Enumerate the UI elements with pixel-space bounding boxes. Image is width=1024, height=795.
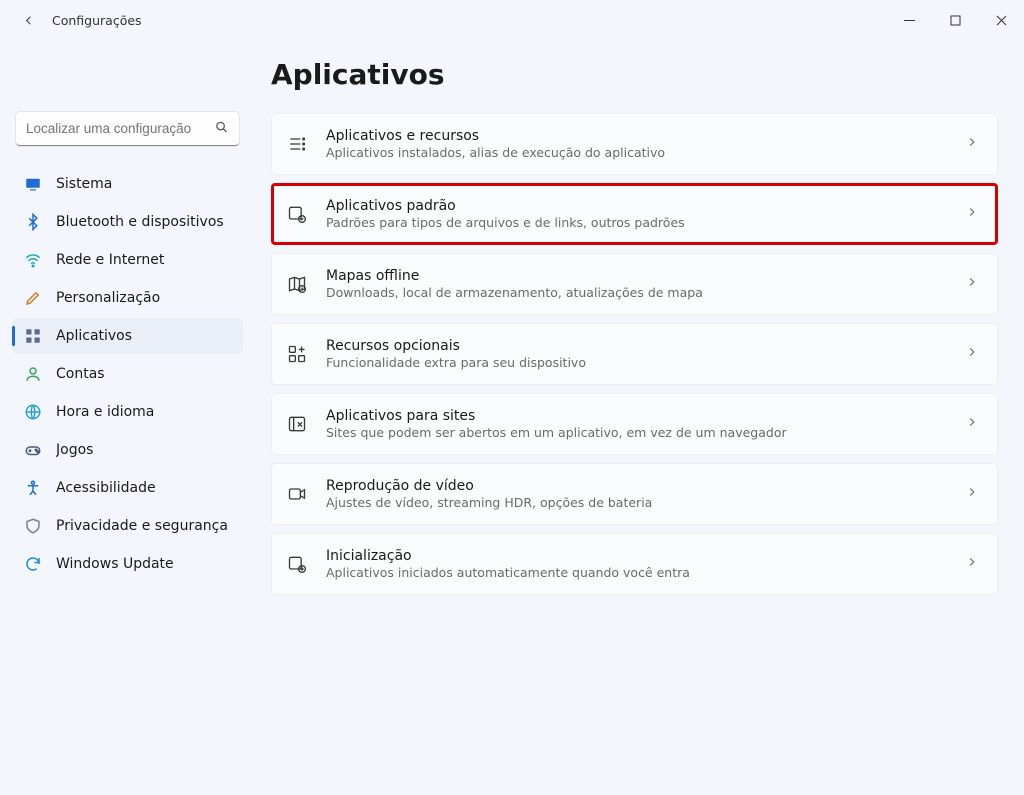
setting-card-default-apps[interactable]: Aplicativos padrãoPadrões para tipos de … — [271, 183, 998, 245]
main-panel: Aplicativos Aplicativos e recursosAplica… — [255, 40, 1024, 795]
setting-card-startup[interactable]: InicializaçãoAplicativos iniciados autom… — [271, 533, 998, 595]
sidebar: Sistema Bluetooth e dispositivos Rede e In… — [0, 40, 255, 795]
video-playback-icon — [286, 483, 308, 505]
sidebar-item-accounts[interactable]: Contas — [12, 356, 243, 392]
search-icon — [214, 120, 229, 139]
sidebar-item-privacy[interactable]: Privacidade e segurança — [12, 508, 243, 544]
card-title: Aplicativos padrão — [326, 198, 947, 214]
sidebar-item-network[interactable]: Rede e Internet — [12, 242, 243, 278]
card-text: InicializaçãoAplicativos iniciados autom… — [326, 548, 947, 580]
sidebar-item-label: Acessibilidade — [56, 480, 156, 496]
card-text: Aplicativos para sitesSites que podem se… — [326, 408, 947, 440]
card-text: Mapas offlineDownloads, local de armazen… — [326, 268, 947, 300]
sidebar-item-system[interactable]: Sistema — [12, 166, 243, 202]
sidebar-item-label: Jogos — [56, 442, 93, 458]
card-subtitle: Aplicativos iniciados automaticamente qu… — [326, 565, 947, 580]
nav: Sistema Bluetooth e dispositivos Rede e In… — [12, 166, 243, 582]
sidebar-item-accessibility[interactable]: Acessibilidade — [12, 470, 243, 506]
apps-icon — [24, 327, 42, 345]
back-button[interactable] — [10, 2, 46, 38]
apps-features-icon — [286, 133, 308, 155]
network-icon — [24, 251, 42, 269]
maximize-icon — [950, 15, 961, 26]
close-icon — [996, 15, 1007, 26]
card-text: Recursos opcionaisFuncionalidade extra p… — [326, 338, 947, 370]
setting-card-apps-for-sites[interactable]: Aplicativos para sitesSites que podem se… — [271, 393, 998, 455]
accessibility-icon — [24, 479, 42, 497]
startup-icon — [286, 553, 308, 575]
chevron-right-icon — [965, 345, 979, 363]
sidebar-item-games[interactable]: Jogos — [12, 432, 243, 468]
card-title: Mapas offline — [326, 268, 947, 284]
card-text: Reprodução de vídeoAjustes de vídeo, str… — [326, 478, 947, 510]
card-list: Aplicativos e recursosAplicativos instal… — [271, 113, 998, 595]
card-subtitle: Padrões para tipos de arquivos e de link… — [326, 215, 947, 230]
chevron-right-icon — [965, 135, 979, 153]
page-title: Aplicativos — [271, 58, 998, 91]
time-icon — [24, 403, 42, 421]
card-subtitle: Downloads, local de armazenamento, atual… — [326, 285, 947, 300]
optional-features-icon — [286, 343, 308, 365]
sidebar-item-label: Hora e idioma — [56, 404, 154, 420]
search-container — [16, 112, 239, 146]
card-subtitle: Funcionalidade extra para seu dispositiv… — [326, 355, 947, 370]
update-icon — [24, 555, 42, 573]
sidebar-item-label: Contas — [56, 366, 105, 382]
personalize-icon — [24, 289, 42, 307]
card-subtitle: Sites que podem ser abertos em um aplica… — [326, 425, 947, 440]
card-text: Aplicativos padrãoPadrões para tipos de … — [326, 198, 947, 230]
sidebar-item-label: Aplicativos — [56, 328, 132, 344]
setting-card-optional-features[interactable]: Recursos opcionaisFuncionalidade extra p… — [271, 323, 998, 385]
sidebar-item-label: Bluetooth e dispositivos — [56, 214, 224, 230]
accounts-icon — [24, 365, 42, 383]
sidebar-item-label: Rede e Internet — [56, 252, 164, 268]
sidebar-item-personalize[interactable]: Personalização — [12, 280, 243, 316]
search-input[interactable] — [16, 112, 239, 146]
card-title: Inicialização — [326, 548, 947, 564]
sidebar-item-label: Personalização — [56, 290, 160, 306]
maximize-button[interactable] — [932, 4, 978, 36]
card-title: Recursos opcionais — [326, 338, 947, 354]
setting-card-apps-features[interactable]: Aplicativos e recursosAplicativos instal… — [271, 113, 998, 175]
chevron-right-icon — [965, 275, 979, 293]
sidebar-item-label: Windows Update — [56, 556, 174, 572]
close-button[interactable] — [978, 4, 1024, 36]
games-icon — [24, 441, 42, 459]
profile-area — [12, 50, 243, 108]
card-text: Aplicativos e recursosAplicativos instal… — [326, 128, 947, 160]
sidebar-item-apps[interactable]: Aplicativos — [12, 318, 243, 354]
arrow-left-icon — [21, 13, 36, 28]
chevron-right-icon — [965, 205, 979, 223]
bluetooth-icon — [24, 213, 42, 231]
setting-card-video-playback[interactable]: Reprodução de vídeoAjustes de vídeo, str… — [271, 463, 998, 525]
window-title: Configurações — [52, 13, 142, 28]
card-title: Aplicativos para sites — [326, 408, 947, 424]
sidebar-item-label: Sistema — [56, 176, 112, 192]
sidebar-item-bluetooth[interactable]: Bluetooth e dispositivos — [12, 204, 243, 240]
offline-maps-icon — [286, 273, 308, 295]
sidebar-item-label: Privacidade e segurança — [56, 518, 228, 534]
chevron-right-icon — [965, 555, 979, 573]
system-icon — [24, 175, 42, 193]
card-title: Aplicativos e recursos — [326, 128, 947, 144]
chevron-right-icon — [965, 415, 979, 433]
card-title: Reprodução de vídeo — [326, 478, 947, 494]
card-subtitle: Aplicativos instalados, alias de execuçã… — [326, 145, 947, 160]
sidebar-item-time[interactable]: Hora e idioma — [12, 394, 243, 430]
apps-for-sites-icon — [286, 413, 308, 435]
card-subtitle: Ajustes de vídeo, streaming HDR, opções … — [326, 495, 947, 510]
sidebar-item-update[interactable]: Windows Update — [12, 546, 243, 582]
titlebar: Configurações — [0, 0, 1024, 40]
minimize-button[interactable] — [886, 4, 932, 36]
setting-card-offline-maps[interactable]: Mapas offlineDownloads, local de armazen… — [271, 253, 998, 315]
chevron-right-icon — [965, 485, 979, 503]
default-apps-icon — [286, 203, 308, 225]
minimize-icon — [904, 15, 915, 26]
privacy-icon — [24, 517, 42, 535]
